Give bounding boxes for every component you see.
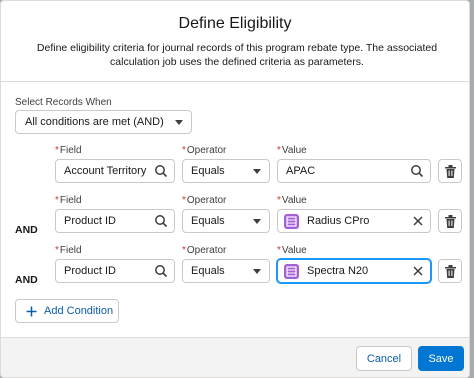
field-value: Product ID <box>64 265 116 277</box>
delete-condition-button[interactable] <box>438 259 462 283</box>
add-condition-button[interactable]: Add Condition <box>15 299 119 323</box>
modal-title: Define Eligibility <box>178 15 292 32</box>
add-condition-label: Add Condition <box>44 305 114 317</box>
search-icon[interactable] <box>410 164 424 178</box>
close-icon[interactable] <box>413 266 423 276</box>
modal-header: Define Eligibility Define eligibility cr… <box>1 1 469 82</box>
operator-label: *Operator <box>182 195 227 206</box>
value-record-pill[interactable]: Spectra N20 <box>277 259 431 283</box>
field-label: *Field <box>55 145 82 156</box>
chevron-down-icon <box>253 219 261 224</box>
field-label: *Field <box>55 245 82 256</box>
modal-footer: Cancel Save <box>1 337 469 377</box>
trash-icon <box>445 215 456 228</box>
field-value: Product ID <box>64 215 116 227</box>
chevron-down-icon <box>253 269 261 274</box>
operator-dropdown[interactable]: Equals <box>182 259 270 283</box>
and-connector: AND <box>15 274 38 286</box>
chevron-down-icon <box>175 120 183 125</box>
field-value: Account Territory <box>64 165 147 177</box>
operator-value: Equals <box>191 165 225 177</box>
save-button[interactable]: Save <box>418 346 464 371</box>
operator-value: Equals <box>191 215 225 227</box>
value-text: APAC <box>286 165 316 177</box>
plus-icon <box>26 306 37 317</box>
delete-condition-button[interactable] <box>438 159 462 183</box>
close-icon[interactable] <box>413 216 423 226</box>
select-records-dropdown[interactable]: All conditions are met (AND) <box>15 110 192 134</box>
and-connector: AND <box>15 224 38 236</box>
operator-label: *Operator <box>182 245 227 256</box>
trash-icon <box>445 165 456 178</box>
delete-condition-button[interactable] <box>438 209 462 233</box>
value-label: *Value <box>277 145 307 156</box>
condition-row-2: AND *Field Product ID *Operator Equals *… <box>1 195 469 243</box>
chevron-down-icon <box>253 169 261 174</box>
condition-row-3: AND *Field Product ID *Operator Equals *… <box>1 245 469 293</box>
modal-description: Define eligibility criteria for journal … <box>36 42 438 68</box>
value-text: Spectra N20 <box>307 265 369 277</box>
cancel-button[interactable]: Cancel <box>356 346 412 371</box>
product-record-icon <box>284 214 299 229</box>
operator-dropdown[interactable]: Equals <box>182 159 270 183</box>
field-lookup-input[interactable]: Product ID <box>55 259 175 283</box>
product-record-icon <box>284 264 299 279</box>
value-text: Radius CPro <box>307 215 370 227</box>
operator-label: *Operator <box>182 145 227 156</box>
value-label: *Value <box>277 245 307 256</box>
field-lookup-input[interactable]: Product ID <box>55 209 175 233</box>
field-label: *Field <box>55 195 82 206</box>
operator-value: Equals <box>191 265 225 277</box>
select-records-value: All conditions are met (AND) <box>25 116 164 128</box>
value-lookup-input[interactable]: APAC <box>277 159 431 183</box>
select-records-label: Select Records When <box>15 97 112 108</box>
value-label: *Value <box>277 195 307 206</box>
search-icon[interactable] <box>154 264 168 278</box>
value-record-pill[interactable]: Radius CPro <box>277 209 431 233</box>
modal-body: Select Records When All conditions are m… <box>1 83 469 341</box>
operator-dropdown[interactable]: Equals <box>182 209 270 233</box>
search-icon[interactable] <box>154 164 168 178</box>
search-icon[interactable] <box>154 214 168 228</box>
define-eligibility-modal: Define Eligibility Define eligibility cr… <box>0 0 470 378</box>
condition-row-1: *Field Account Territory *Operator Equal… <box>1 145 469 193</box>
trash-icon <box>445 265 456 278</box>
field-lookup-input[interactable]: Account Territory <box>55 159 175 183</box>
